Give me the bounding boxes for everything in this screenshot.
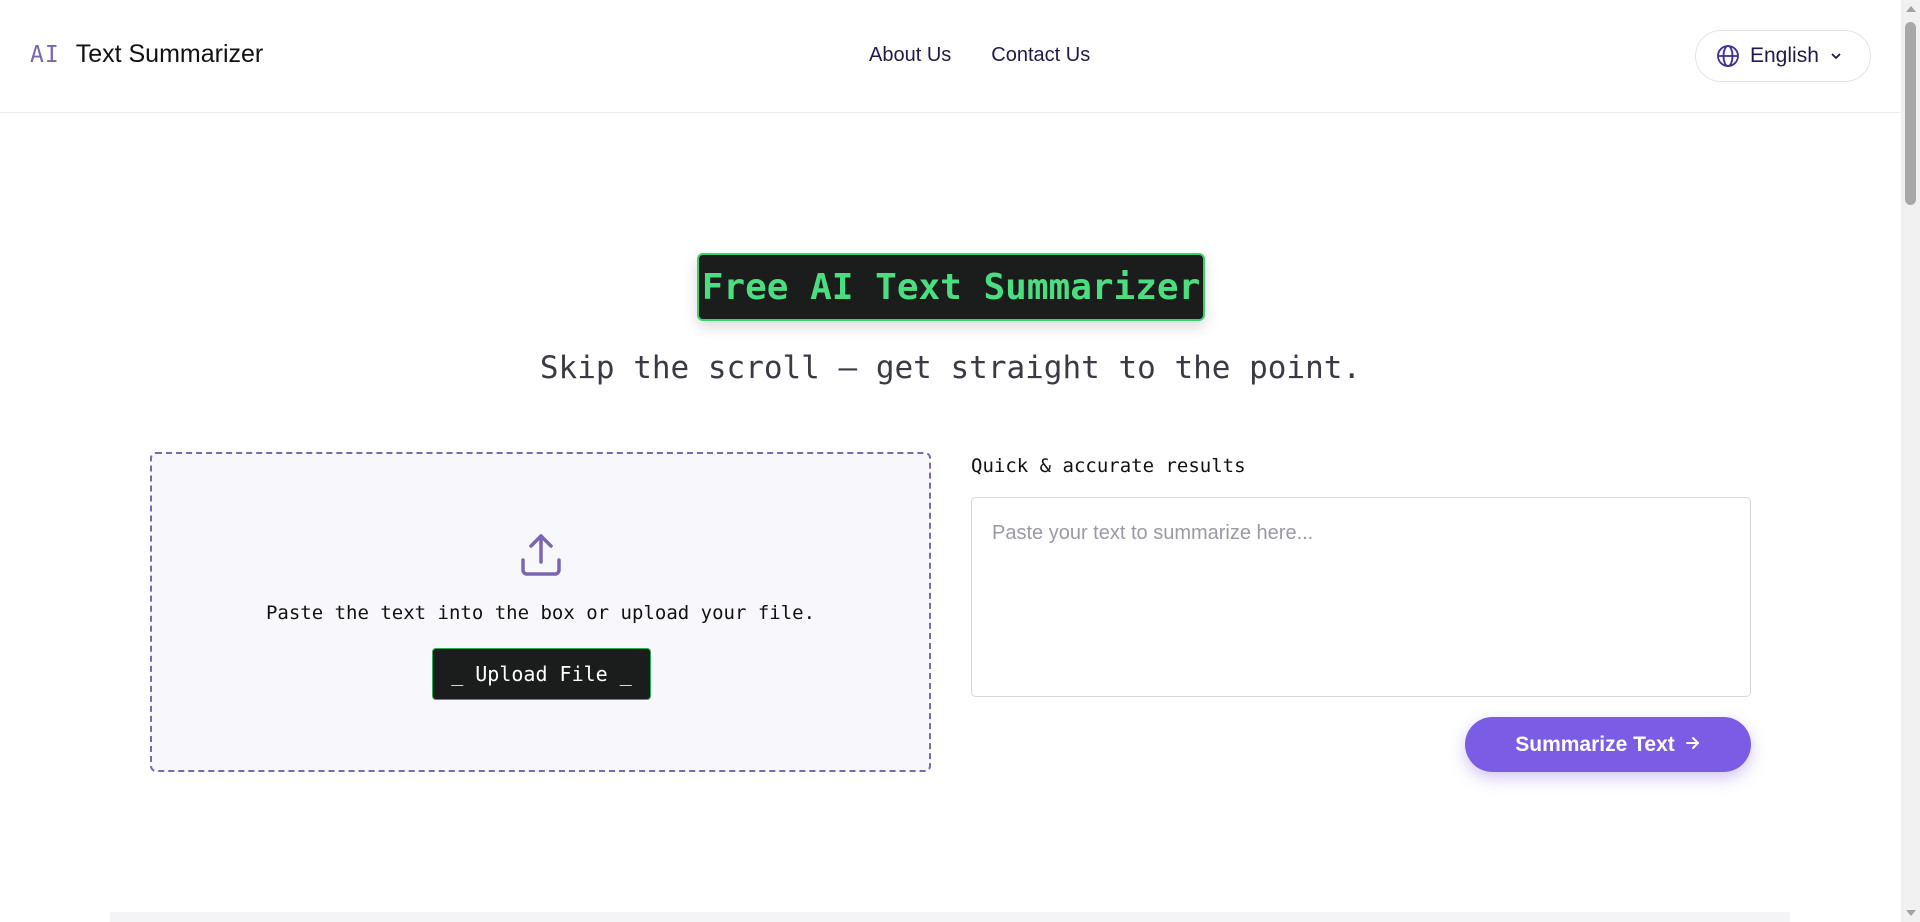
summarize-button-label: Summarize Text <box>1515 732 1675 756</box>
summary-text-input[interactable] <box>971 497 1751 697</box>
language-selected: English <box>1750 44 1819 67</box>
page-scrollbar[interactable] <box>1901 0 1920 922</box>
site-header: AI Text Summarizer About Us Contact Us E… <box>0 0 1901 113</box>
footer-strip <box>110 912 1790 922</box>
nav-contact-us[interactable]: Contact Us <box>991 44 1090 67</box>
chevron-down-icon <box>1829 49 1843 63</box>
main-nav: About Us Contact Us <box>869 44 1090 67</box>
upload-hint: Paste the text into the box or upload yo… <box>265 602 816 624</box>
scrollbar-thumb[interactable] <box>1905 22 1916 205</box>
hero-title: Free AI Text Summarizer <box>701 266 1201 308</box>
hero-badge: Free AI Text Summarizer <box>697 253 1205 321</box>
logo-text: Text Summarizer <box>75 40 264 68</box>
scroll-down-icon[interactable] <box>1906 910 1916 916</box>
page: AI Text Summarizer About Us Contact Us E… <box>0 0 1901 922</box>
upload-dropzone[interactable]: Paste the text into the box or upload yo… <box>150 452 931 772</box>
site-logo[interactable]: AI Text Summarizer <box>30 40 263 69</box>
nav-about-us[interactable]: About Us <box>869 44 951 67</box>
upload-file-button[interactable]: _ Upload File _ <box>432 648 651 700</box>
arrow-right-icon <box>1685 733 1701 757</box>
upload-icon <box>517 530 565 583</box>
logo-mark: AI <box>30 41 60 68</box>
language-selector[interactable]: English <box>1695 30 1871 82</box>
editor-label: Quick & accurate results <box>971 455 1246 477</box>
hero-subtitle: Skip the scroll — get straight to the po… <box>539 350 1362 386</box>
scroll-up-icon[interactable] <box>1906 6 1916 12</box>
globe-icon <box>1716 44 1740 68</box>
summarize-text-button[interactable]: Summarize Text <box>1465 717 1751 772</box>
